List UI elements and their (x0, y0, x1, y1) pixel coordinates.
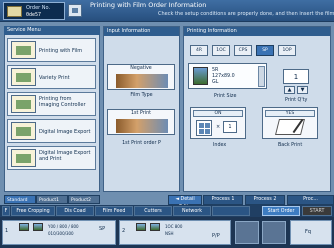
tab-process-more[interactable]: Proc... (287, 195, 334, 205)
page-title: Printing with Film Order Information (90, 1, 207, 9)
size-button-cps[interactable]: CPS (234, 45, 252, 56)
function-key-f[interactable]: F (2, 206, 10, 216)
index-count-input[interactable]: 1 (223, 121, 237, 133)
digital-export-print-icon (11, 149, 36, 167)
film-type-card[interactable]: Negative (107, 64, 175, 90)
print-size-caption: Print Size (214, 94, 237, 99)
first-print-value: 1st Print (131, 111, 151, 116)
frame-thumbnail (33, 223, 43, 231)
back-print-toggle[interactable]: YES (265, 110, 315, 117)
variety-print-icon (11, 68, 36, 86)
quantity-up-button[interactable]: ▲ (284, 86, 295, 94)
print-surface: GL (212, 80, 219, 85)
size-button-sp[interactable]: SP (256, 45, 274, 56)
film-frame[interactable]: 1 Y00 / 800 / 800 010/300/300 SP (2, 220, 116, 245)
function-bar: F Free Cropping Dis Coad Film Feed Cutte… (0, 205, 334, 217)
film-print-icon (11, 41, 36, 59)
menu-item-digital-image-export[interactable]: Digital Image Export (7, 119, 96, 143)
frame-thumbnail (136, 223, 146, 231)
film-type-image (116, 74, 168, 88)
tab-detail-edits[interactable]: ◄ Detail Edits (168, 195, 202, 210)
size-button-1oc[interactable]: 1OC (212, 45, 230, 56)
menu-item-printing-from-imaging-controller[interactable]: Printing from Imaging Controller (7, 92, 96, 116)
size-button-4r[interactable]: 4R (190, 45, 208, 56)
quantity-down-button[interactable]: ▼ (297, 86, 308, 94)
frame-number: 1 (5, 228, 9, 234)
film-frame[interactable]: 2 1OC 800 NSH P/P (119, 220, 231, 245)
print-size-details: 5R 127x89.0 GL (212, 68, 235, 86)
start-order-button[interactable]: Start Order (262, 206, 300, 216)
frame-size-label: SP (99, 226, 106, 232)
tab-product1[interactable]: Product1 (36, 195, 68, 204)
index-toggle[interactable]: ON (193, 110, 243, 117)
order-icon (7, 6, 22, 17)
back-print-card[interactable]: YES (262, 107, 318, 139)
process-tab-strip: ◄ Detail Edits Process 1 Process 2 Proc.… (100, 195, 334, 210)
print-size-selector[interactable]: 5R 127x89.0 GL (188, 63, 267, 89)
film-strip: 1 Y00 / 800 / 800 010/300/300 SP 2 1OC 8… (0, 217, 334, 248)
order-number-box[interactable]: Order No. 0de57 (3, 2, 65, 20)
index-times-sign: × (216, 124, 221, 130)
print-thumbnail (193, 67, 208, 85)
index-caption: Index (213, 143, 227, 148)
size-button-1op[interactable]: 1OP (278, 45, 296, 56)
tab-standard[interactable]: Standard (4, 195, 36, 204)
menu-item-label: Printing with Film (39, 48, 83, 54)
menu-item-label: Digital Image Export (39, 129, 91, 135)
film-frame-empty[interactable] (235, 221, 259, 244)
page-instruction: Check the setup conditions are properly … (158, 11, 334, 17)
frame-size-label: P/P (212, 233, 220, 239)
properties-icon[interactable] (68, 4, 82, 17)
frame-info-line: NSH (165, 231, 174, 236)
frame-thumbnail (150, 223, 160, 231)
print-quantity-caption: Print Q'ty (285, 98, 308, 103)
imaging-controller-icon (11, 95, 36, 113)
back-print-caption: Back Print (278, 143, 303, 148)
tab-process-1[interactable]: Process 1 (203, 195, 243, 205)
film-type-caption: Film Type (130, 93, 153, 98)
service-menu-title: Service Menu (4, 26, 100, 35)
frame-info-line: 1OC 800 (165, 224, 183, 229)
order-number-label: Order No. (26, 5, 51, 11)
film-frame-empty[interactable] (262, 221, 286, 244)
print-quantity-input[interactable]: 1 (283, 69, 309, 84)
digital-export-icon (11, 122, 36, 140)
frame-info-line: 010/300/300 (48, 231, 74, 236)
order-number-value: 0de57 (26, 12, 42, 18)
print-size-scrollbar[interactable] (258, 66, 265, 87)
printing-information-title: Printing Information (184, 27, 330, 36)
first-print-caption: 1st Print order P (122, 141, 161, 146)
frame-number: 2 (122, 228, 126, 234)
first-print-image (116, 119, 168, 133)
film-frame-extra[interactable]: Fq (290, 220, 332, 245)
input-information-title: Input Information (104, 27, 179, 36)
menu-item-label: Printing from Imaging Controller (39, 96, 86, 108)
menu-item-label: Digital Image Export and Print (39, 150, 91, 162)
start-button[interactable]: START (302, 206, 332, 216)
dis-coad-button[interactable]: Dis Coad (56, 206, 94, 216)
frame-info-line: Y00 / 800 / 800 (48, 224, 79, 229)
first-print-card[interactable]: 1st Print (107, 109, 175, 135)
function-blank-button[interactable] (212, 206, 250, 216)
index-grid-icon (196, 120, 212, 136)
tab-process-2[interactable]: Process 2 (245, 195, 285, 205)
free-cropping-button[interactable]: Free Cropping (11, 206, 55, 216)
network-button[interactable]: Network (173, 206, 211, 216)
menu-item-printing-with-film[interactable]: Printing with Film (7, 38, 96, 62)
cutters-button[interactable]: Cutters (134, 206, 172, 216)
index-card[interactable]: ON × 1 (190, 107, 246, 139)
frame-thumbnail (19, 223, 29, 231)
film-feed-button[interactable]: Film Feed (95, 206, 133, 216)
menu-item-digital-image-export-and-print[interactable]: Digital Image Export and Print (7, 146, 96, 170)
film-type-value: Negative (130, 66, 152, 71)
frame-extra-label: Fq (305, 229, 312, 235)
menu-item-label: Variety Print (39, 75, 70, 81)
menu-item-variety-print[interactable]: Variety Print (7, 65, 96, 89)
tab-product2[interactable]: Product2 (68, 195, 100, 204)
